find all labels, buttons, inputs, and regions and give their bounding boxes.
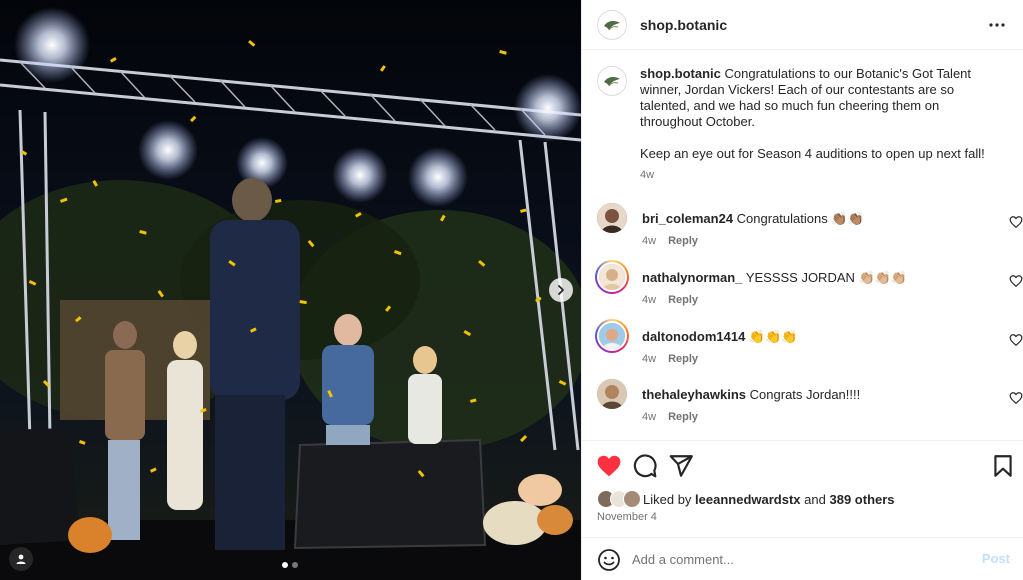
- post-caption: shop.botanic Congratulations to our Bota…: [582, 51, 1023, 182]
- avatar-photo: [597, 379, 627, 409]
- comment-text: Congratulations 👏🏽👏🏽: [736, 211, 864, 226]
- reply-button[interactable]: Reply: [668, 235, 698, 247]
- carousel-indicator: [282, 562, 298, 568]
- post-date[interactable]: November 4: [597, 511, 657, 523]
- commenter-avatar: [597, 321, 627, 351]
- like-comment-heart-icon[interactable]: [1009, 391, 1023, 405]
- reply-button[interactable]: Reply: [668, 411, 698, 423]
- comment-text: Congrats Jordan!!!!: [749, 387, 861, 402]
- ellipsis-icon: [989, 22, 1005, 27]
- post-photo[interactable]: [0, 0, 581, 580]
- tagged-users-button[interactable]: [9, 547, 33, 571]
- post-actions: Liked by leeannedwardstx and 389 others …: [582, 440, 1023, 530]
- post-comment-button[interactable]: Post: [982, 551, 1010, 566]
- avatar-photo: [597, 203, 627, 233]
- post-details-panel: shop.botanic shop.botanic Congratulation…: [581, 0, 1023, 580]
- liker-avatars: [597, 490, 643, 508]
- commenter-avatar[interactable]: [597, 203, 627, 233]
- comment-item: thehaleyhawkins Congrats Jordan!!!! 4w Re…: [597, 379, 1023, 429]
- comment-username[interactable]: thehaleyhawkins: [642, 387, 746, 402]
- header-username[interactable]: shop.botanic: [640, 17, 985, 33]
- commenter-avatar[interactable]: [597, 379, 627, 409]
- comment-time: 4w: [642, 353, 657, 365]
- concert-stage-photo: [0, 0, 581, 580]
- story-ring[interactable]: [595, 260, 629, 294]
- comment-time: 4w: [642, 411, 657, 423]
- comments-list[interactable]: shop.botanic Congratulations to our Bota…: [582, 51, 1023, 440]
- caption-text-2: Keep an eye out for Season 4 auditions t…: [640, 146, 985, 161]
- botanic-logo-icon: [604, 77, 620, 87]
- botanic-logo-icon: [604, 20, 620, 30]
- comment-time: 4w: [642, 235, 657, 247]
- caption-avatar[interactable]: [597, 66, 627, 96]
- comment-username[interactable]: daltonodom1414: [642, 329, 745, 344]
- account-avatar[interactable]: [597, 9, 627, 40]
- liked-by-label: Liked by: [643, 491, 692, 507]
- liked-by-user[interactable]: leeannedwardstx: [695, 492, 801, 507]
- comment-text: YESSSS JORDAN 👏🏼👏🏼👏🏼: [745, 270, 908, 285]
- reply-button[interactable]: Reply: [668, 294, 698, 306]
- like-comment-heart-icon[interactable]: [1009, 333, 1023, 347]
- liker-avatar: [623, 490, 641, 508]
- more-options-button[interactable]: [985, 13, 1009, 37]
- like-comment-heart-icon[interactable]: [1009, 274, 1023, 288]
- caption-username[interactable]: shop.botanic: [640, 66, 721, 81]
- comment-icon[interactable]: [632, 453, 658, 479]
- reply-button[interactable]: Reply: [668, 353, 698, 365]
- comment-username[interactable]: bri_coleman24: [642, 211, 733, 226]
- comment-item: bri_coleman24 Congratulations 👏🏽👏🏽 4w Rep…: [597, 203, 1023, 253]
- next-photo-button[interactable]: [549, 278, 573, 302]
- emoji-icon[interactable]: [597, 548, 621, 572]
- likes-others-count[interactable]: 389 others: [830, 492, 895, 507]
- caption-timestamp[interactable]: 4w: [640, 168, 985, 182]
- like-comment-heart-icon[interactable]: [1009, 215, 1023, 229]
- carousel-dot-active: [282, 562, 288, 568]
- avatar-photo: [599, 264, 625, 290]
- like-heart-icon[interactable]: [596, 453, 622, 479]
- carousel-dot: [292, 562, 298, 568]
- story-ring[interactable]: [595, 319, 629, 353]
- comment-username[interactable]: nathalynorman_: [642, 270, 742, 285]
- comment-item: daltonodom1414 👏👏👏 4w Reply: [595, 319, 1023, 371]
- comment-item: nathalynorman_ YESSSS JORDAN 👏🏼👏🏼👏🏼 4w Re…: [595, 260, 1023, 312]
- share-send-icon[interactable]: [668, 453, 694, 479]
- bookmark-icon[interactable]: [990, 453, 1016, 479]
- commenter-avatar: [597, 262, 627, 292]
- comment-composer: Post: [582, 537, 1023, 580]
- liked-by-connector: and: [804, 491, 826, 507]
- chevron-right-icon: [558, 285, 564, 295]
- avatar-photo: [599, 323, 625, 349]
- comment-text: 👏👏👏: [748, 329, 798, 344]
- comment-input[interactable]: [632, 546, 962, 572]
- user-icon: [16, 554, 26, 564]
- likes-summary: Liked by leeannedwardstx and 389 others: [597, 490, 895, 508]
- comment-time: 4w: [642, 294, 657, 306]
- post-header: shop.botanic: [582, 0, 1023, 50]
